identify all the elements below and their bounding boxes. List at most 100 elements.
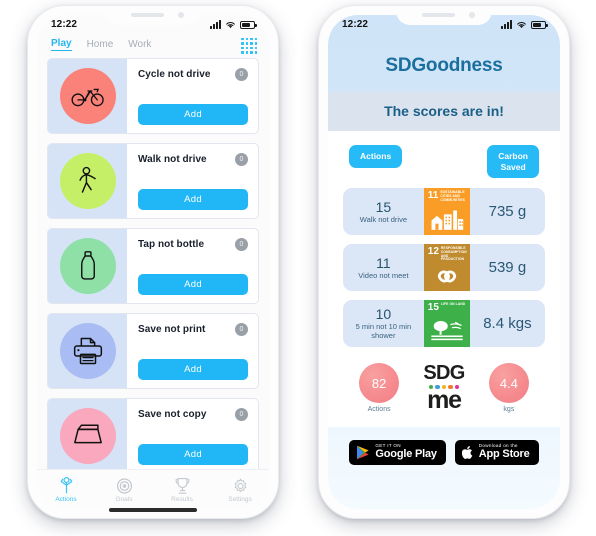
total-actions-label: Actions [367,406,391,414]
add-button[interactable]: Add [138,104,248,125]
tabbar-item-results[interactable]: Results [153,477,211,503]
card-title: Tap not bottle [138,239,205,250]
nav-tab-home[interactable]: Home [87,39,114,50]
photocopier-icon [73,424,102,444]
app-store-badge[interactable]: Download on the App Store [454,440,539,465]
earpiece-speaker [131,13,164,17]
score-count: 15 [375,198,392,215]
bicycle-icon [71,88,104,107]
scores-panel: Actions Carbon Saved 15 Walk not drive 1… [328,131,560,428]
app-store-badges: GET IT ON Google Play Download on the Ap… [328,427,560,465]
carbon-saved-chip[interactable]: Carbon Saved [487,145,539,179]
scores-banner: The scores are in! [328,92,560,131]
column-header-chips: Actions Carbon Saved [343,141,545,188]
card-thumbnail [48,144,127,218]
right-phone-device: 12:22 SDGoodness The scores are in! Acti… [318,5,570,519]
card-count-badge: 0 [235,68,248,81]
score-row[interactable]: 10 5 min not 10 min shower 15 LIFE ON LA… [343,300,545,348]
score-count: 10 [375,306,392,323]
device-notch [396,6,492,25]
sdg-goal-text: RESPONSIBLE CONSUMPTION AND PRODUCTION [440,246,467,262]
tabbar-item-goals[interactable]: Goals [95,477,153,503]
screenshot-root: 12:22 Play Home Work Cycle not drive 0 A… [0,0,596,536]
signal-bars-icon [210,20,221,29]
add-button[interactable]: Add [138,189,248,210]
card-count-badge: 0 [235,408,248,421]
card-count-badge: 0 [235,238,248,251]
sdg-number: 11 [427,190,439,202]
wifi-icon [517,22,526,29]
score-row[interactable]: 15 Walk not drive 11 SUSTAINABLE CITIES … [343,188,545,236]
tabbar-label: Results [171,495,193,503]
wifi-icon [226,22,235,29]
score-value: 539 g [488,259,527,277]
battery-icon [240,21,257,29]
sdg-badge-11: 11 SUSTAINABLE CITIES AND COMMUNITIES [423,188,470,236]
score-label: Walk not drive [359,214,408,224]
signal-bars-icon [501,20,512,29]
front-camera [469,12,475,18]
totals-summary: 82 Actions SDG me 4.4 kgs [343,356,545,415]
tabbar-label: Settings [228,495,252,503]
add-button[interactable]: Add [138,444,248,465]
card-title: Walk not drive [138,154,207,165]
printer-icon [73,337,102,365]
sdg-goal-text: LIFE ON LAND [440,302,466,307]
bottom-tab-bar: Actions Goals Results Settings [37,469,269,509]
score-row[interactable]: 11 Video not meet 12 RESPONSIBLE CONSUMP… [343,244,545,292]
sdg-life-on-land-icon [431,320,463,340]
nav-tab-work[interactable]: Work [128,39,151,50]
sdg-number: 15 [427,302,439,314]
sdg-badge-15: 15 LIFE ON LAND [423,300,470,348]
sdg-goal-text: SUSTAINABLE CITIES AND COMMUNITIES [440,190,465,202]
action-card-copy[interactable]: Save not copy 0 Add [47,398,259,469]
sdg-badge-12: 12 RESPONSIBLE CONSUMPTION AND PRODUCTIO… [423,244,470,292]
card-thumbnail [48,229,127,303]
card-thumbnail [48,59,127,133]
status-clock: 12:22 [51,19,78,30]
sdg-cities-icon [431,210,464,230]
front-camera [178,12,184,18]
google-play-icon [357,445,370,460]
app-title: SDGoodness [385,55,503,76]
sdgme-logo-bottom: me [427,385,462,414]
actions-chip[interactable]: Actions [349,145,403,168]
water-bottle-icon [80,251,95,280]
add-button[interactable]: Add [138,359,248,380]
score-label: 5 min not 10 min shower [355,321,412,341]
tabbar-label: Actions [55,495,77,503]
store-badge-name: App Store [478,448,530,461]
action-card-cycle[interactable]: Cycle not drive 0 Add [47,58,259,134]
left-phone-screen: 12:22 Play Home Work Cycle not drive 0 A… [37,15,269,509]
card-count-badge: 0 [235,323,248,336]
action-card-walk[interactable]: Walk not drive 0 Add [47,143,259,219]
left-phone-device: 12:22 Play Home Work Cycle not drive 0 A… [27,5,279,519]
carbon-chip-line2: Saved [500,161,526,172]
device-notch [105,6,201,25]
card-title: Cycle not drive [138,69,211,80]
card-count-badge: 0 [235,153,248,166]
trophy-icon [175,477,189,494]
carbon-chip-line1: Carbon [498,151,528,161]
card-title: Save not copy [138,409,207,420]
tabbar-label: Goals [115,495,133,503]
status-icon-group [501,20,548,29]
tabbar-item-actions[interactable]: Actions [37,476,95,503]
nav-tab-play[interactable]: Play [51,38,72,51]
status-icon-group [210,20,257,29]
sdg-number: 12 [427,246,439,258]
action-card-print[interactable]: Save not print 0 Add [47,313,259,389]
score-value: 8.4 kgs [483,315,532,333]
card-title: Save not print [138,324,206,335]
earpiece-speaker [422,13,455,17]
google-play-badge[interactable]: GET IT ON Google Play [349,440,446,465]
action-card-tap[interactable]: Tap not bottle 0 Add [47,228,259,304]
add-button[interactable]: Add [138,274,248,295]
total-kgs-label: kgs [503,406,515,414]
total-kgs-value: 4.4 [488,363,529,404]
score-label: Video not meet [358,270,409,280]
grid-menu-icon[interactable] [241,38,257,54]
score-count: 11 [376,254,391,271]
tabbar-item-settings[interactable]: Settings [211,477,269,503]
actions-card-list[interactable]: Cycle not drive 0 Add Walk not drive 0 A… [37,58,269,469]
